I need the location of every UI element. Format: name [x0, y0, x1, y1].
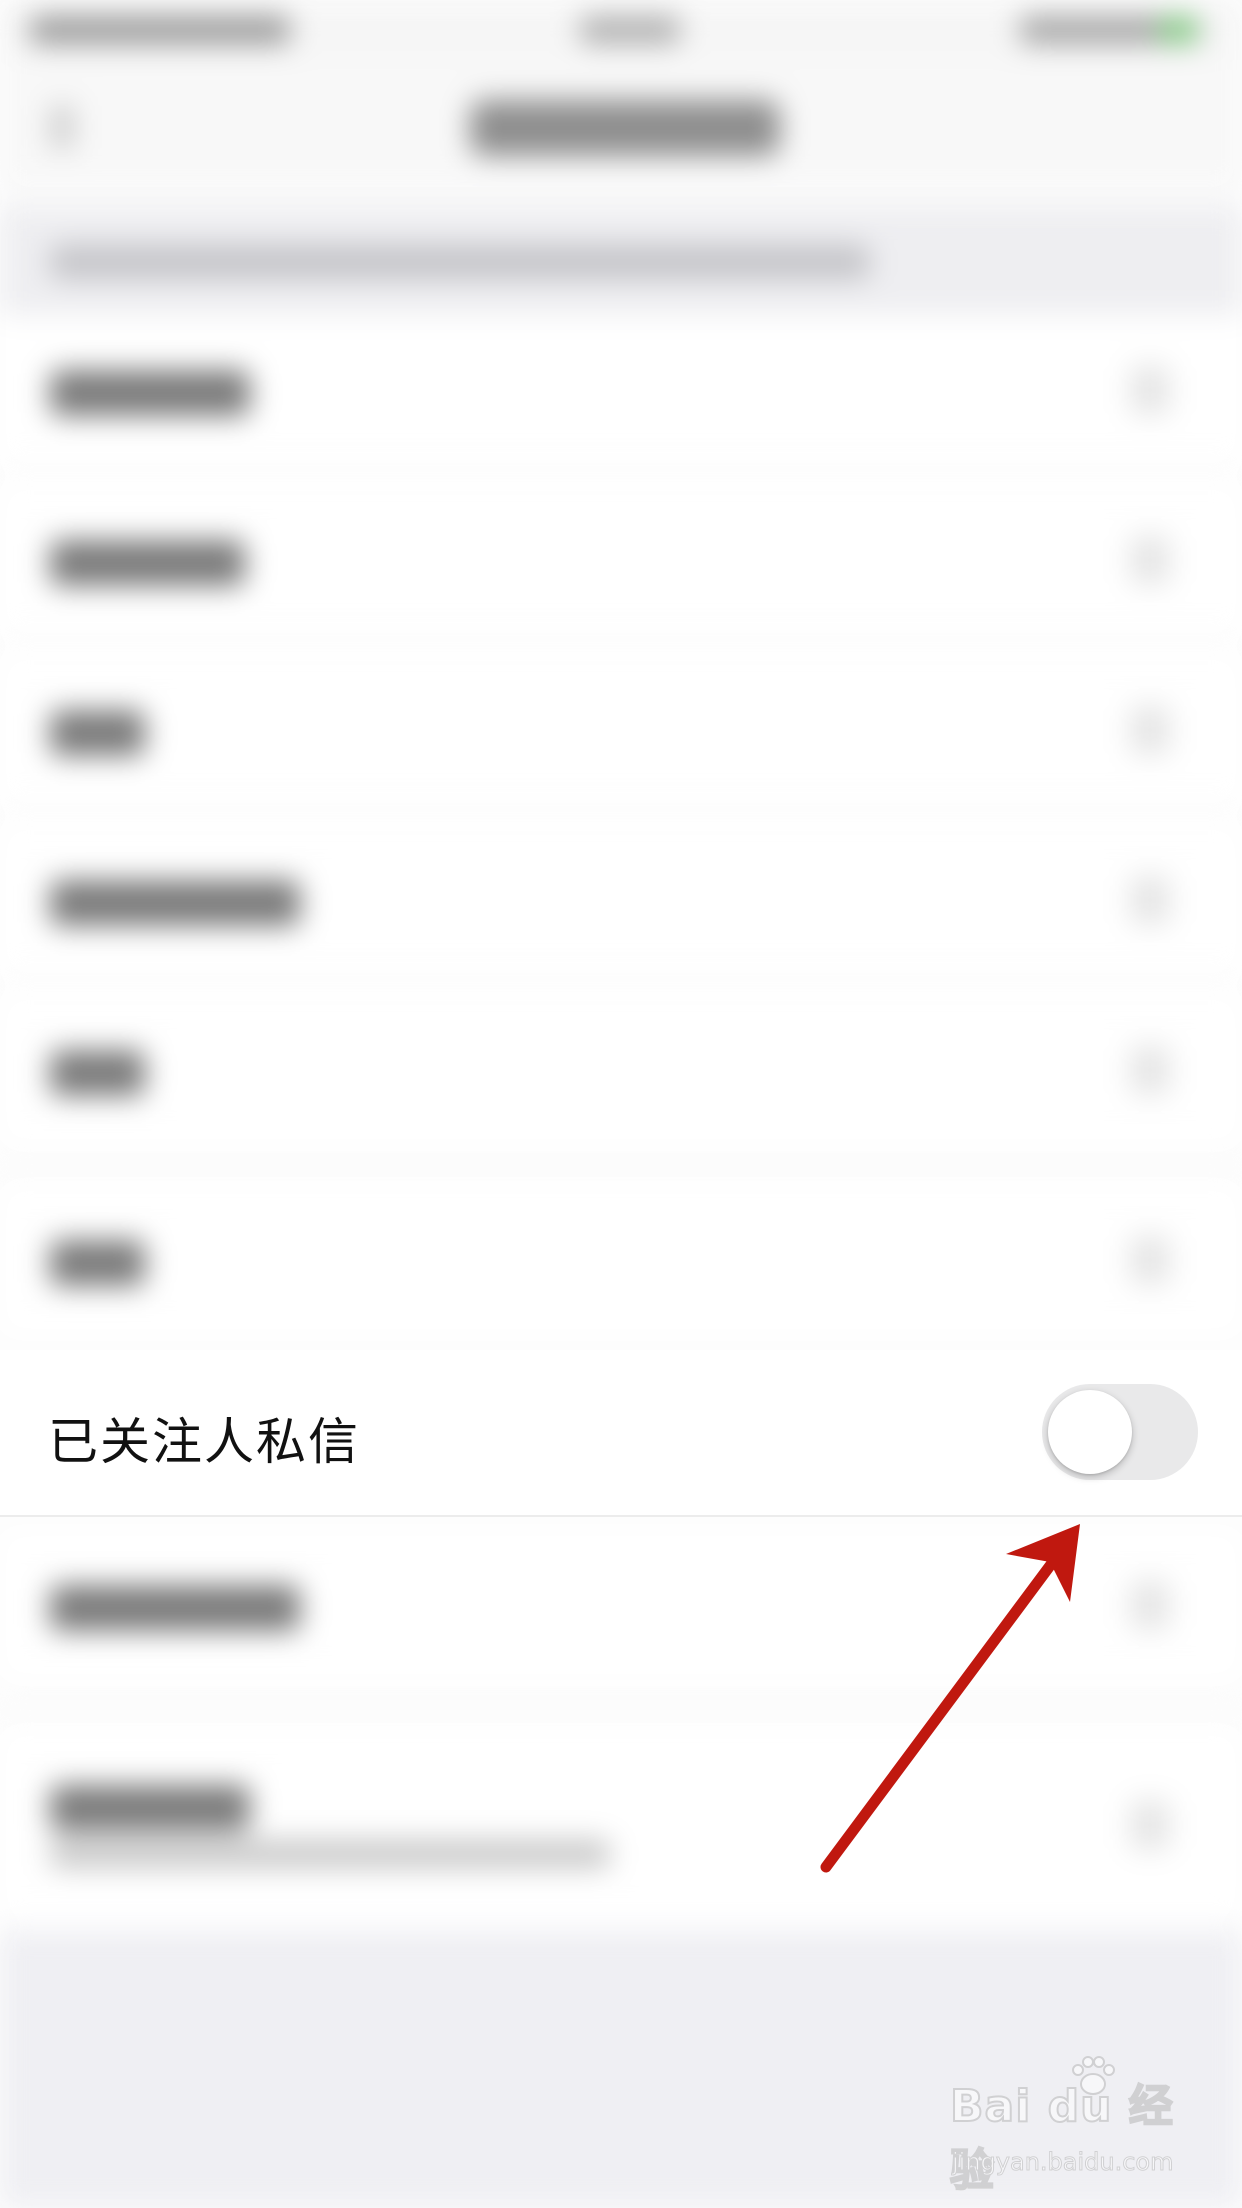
- settings-row-label: [50, 540, 245, 586]
- page-title: [470, 100, 780, 156]
- settings-row[interactable]: [0, 1185, 1242, 1335]
- section-header-text: [50, 245, 870, 279]
- row-control-icon: [1130, 1800, 1170, 1850]
- settings-row-description: [50, 1840, 610, 1868]
- settings-row[interactable]: [0, 655, 1242, 805]
- settings-row[interactable]: [0, 315, 1242, 465]
- blurred-background: [0, 0, 1242, 2208]
- settings-row-label: [50, 710, 145, 756]
- watermark-site: jingyan.baidu.com: [951, 2148, 1174, 2177]
- settings-row[interactable]: [0, 825, 1242, 975]
- toggle-switch[interactable]: [1042, 1384, 1198, 1480]
- row-divider: [0, 465, 1242, 467]
- settings-row[interactable]: [0, 995, 1242, 1145]
- row-control-icon: [1130, 1045, 1170, 1095]
- settings-row-label: [50, 880, 300, 926]
- toggle-knob: [1048, 1390, 1132, 1474]
- status-bar-time: [580, 16, 680, 44]
- settings-row-label: [50, 370, 250, 416]
- settings-row-label: [50, 1240, 145, 1286]
- paw-icon: [1072, 2056, 1115, 2095]
- row-divider: [0, 1165, 1242, 1167]
- row-control-icon: [1130, 365, 1170, 415]
- watermark: Bai du 经验 jingyan.baidu.com: [949, 2056, 1190, 2197]
- row-divider: [0, 1515, 1242, 1517]
- row-divider: [0, 805, 1242, 807]
- row-divider: [0, 635, 1242, 637]
- status-bar-carrier: [30, 16, 290, 44]
- row-control-icon: [1130, 705, 1170, 755]
- section-header: [0, 205, 1242, 315]
- followed-private-message-row: 已关注人私信: [0, 1350, 1242, 1515]
- row-control-icon: [1130, 1235, 1170, 1285]
- settings-screen: 已关注人私信 Bai du 经验 jingyan.baidu.com: [0, 0, 1242, 2208]
- row-divider: [0, 1710, 1242, 1712]
- settings-row[interactable]: [0, 1730, 1242, 1920]
- followed-private-message-label: 已关注人私信: [48, 1413, 360, 1471]
- battery-icon: [1160, 18, 1196, 42]
- settings-row-label: [50, 1050, 145, 1096]
- row-control-icon: [1130, 535, 1170, 585]
- back-icon[interactable]: [50, 105, 74, 149]
- settings-row-label: [50, 1585, 300, 1631]
- row-control-icon: [1130, 1580, 1170, 1630]
- row-divider: [0, 975, 1242, 977]
- settings-row-label: [50, 1785, 250, 1831]
- status-bar: [0, 0, 1242, 60]
- navigation-bar: [0, 60, 1242, 190]
- settings-row[interactable]: [0, 1530, 1242, 1680]
- row-control-icon: [1130, 875, 1170, 925]
- settings-row[interactable]: [0, 485, 1242, 635]
